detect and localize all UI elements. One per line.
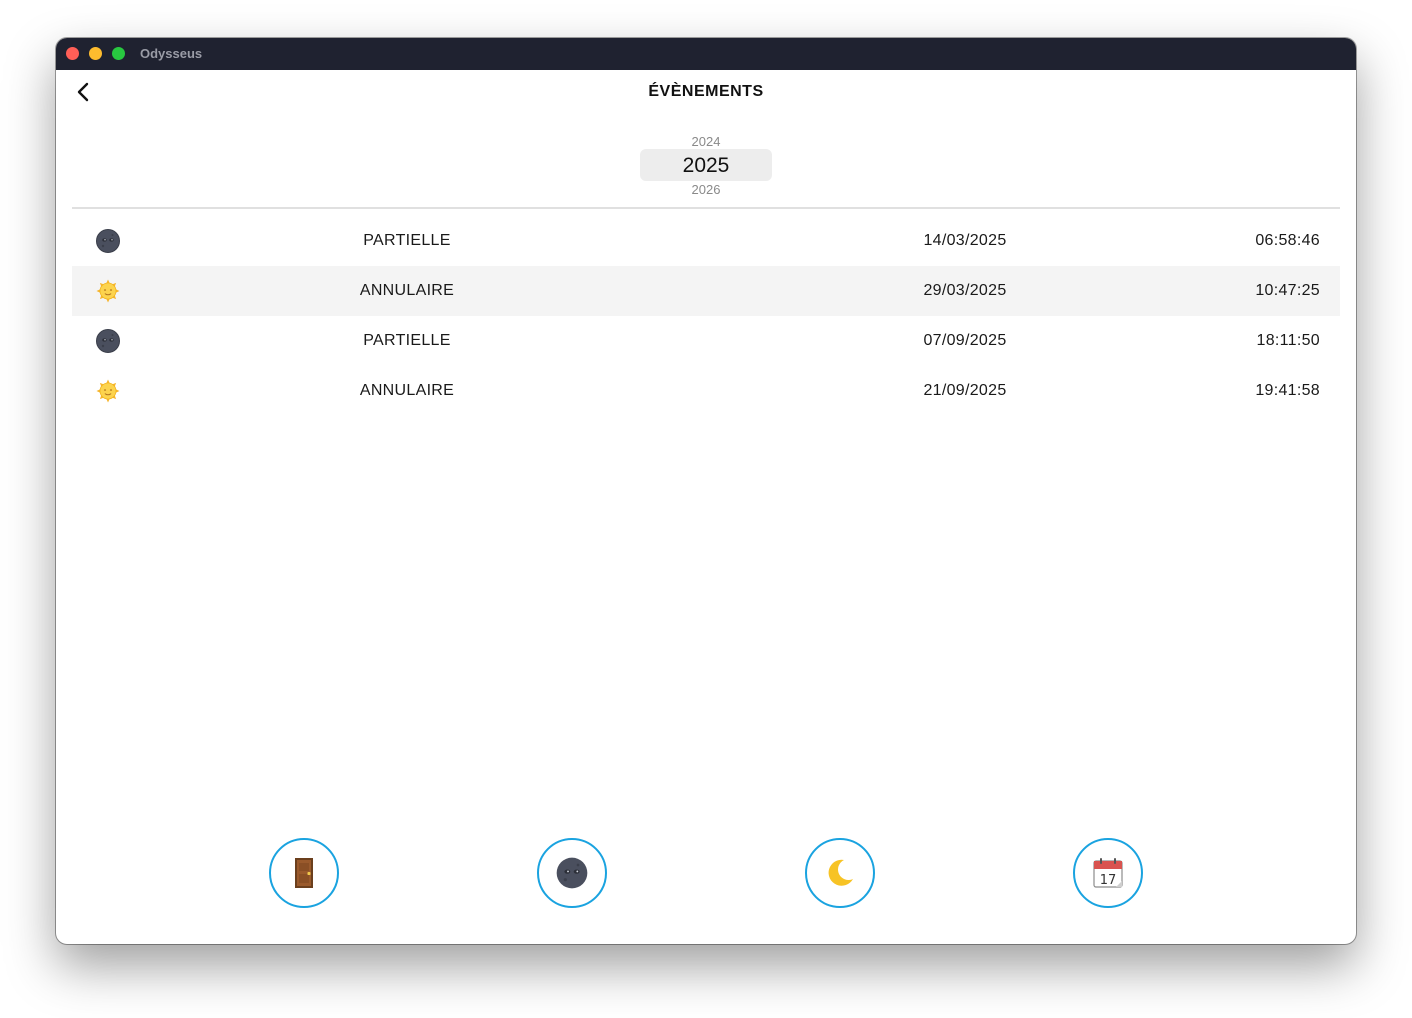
door-icon [295, 858, 313, 888]
minimize-window-button[interactable] [89, 47, 102, 60]
event-date: 07/09/2025 [923, 332, 1007, 349]
year-option-previous[interactable]: 2024 [640, 134, 772, 149]
event-date: 29/03/2025 [923, 282, 1007, 299]
event-type: PARTIELLE [363, 332, 451, 349]
event-date: 21/09/2025 [923, 382, 1007, 399]
event-type: ANNULAIRE [359, 382, 455, 399]
event-row[interactable]: ANNULAIRE 29/03/2025 10:47:25 [72, 266, 1340, 316]
window-title: Odysseus [140, 46, 203, 61]
nav-calendar-button[interactable]: 17 [1073, 838, 1143, 908]
nav-crescent-moon-button[interactable] [805, 838, 875, 908]
page-title: ÉVÈNEMENTS [648, 83, 764, 100]
year-picker[interactable]: 2024 2025 2026 [640, 132, 772, 202]
bottom-navigation: 17 [56, 838, 1356, 908]
app-window: Odysseus ÉVÈNEMENTS 2024 2025 2026 PARTI… [56, 38, 1356, 944]
event-row[interactable]: ANNULAIRE 21/09/2025 19:41:58 [72, 366, 1340, 416]
close-window-button[interactable] [66, 47, 79, 60]
event-row[interactable]: PARTIELLE 14/03/2025 06:58:46 [72, 216, 1340, 266]
event-date: 14/03/2025 [923, 232, 1007, 249]
crescent-moon-icon [828, 859, 853, 886]
divider [72, 207, 1340, 209]
event-type: ANNULAIRE [359, 282, 455, 299]
maximize-window-button[interactable] [112, 47, 125, 60]
event-row[interactable]: PARTIELLE 07/09/2025 18:11:50 [72, 316, 1340, 366]
year-option-next[interactable]: 2026 [640, 182, 772, 197]
sun-face-icon [96, 379, 120, 403]
sun-face-icon [96, 279, 120, 303]
event-time: 19:41:58 [1255, 382, 1320, 399]
new-moon-face-icon [96, 329, 120, 353]
event-time: 06:58:46 [1255, 232, 1320, 249]
new-moon-face-icon [96, 229, 120, 253]
event-time: 10:47:25 [1255, 282, 1320, 299]
events-table: PARTIELLE 14/03/2025 06:58:46 ANNULAIRE … [72, 216, 1340, 416]
calendar-icon: 17 [1093, 858, 1123, 888]
event-type: PARTIELLE [363, 232, 451, 249]
year-option-selected[interactable]: 2025 [640, 154, 772, 178]
nav-new-moon-button[interactable] [537, 838, 607, 908]
svg-text:17: 17 [1100, 873, 1117, 888]
event-time: 18:11:50 [1256, 332, 1320, 349]
new-moon-face-icon [556, 857, 588, 889]
nav-door-button[interactable] [269, 838, 339, 908]
title-bar: Odysseus [56, 38, 1356, 70]
